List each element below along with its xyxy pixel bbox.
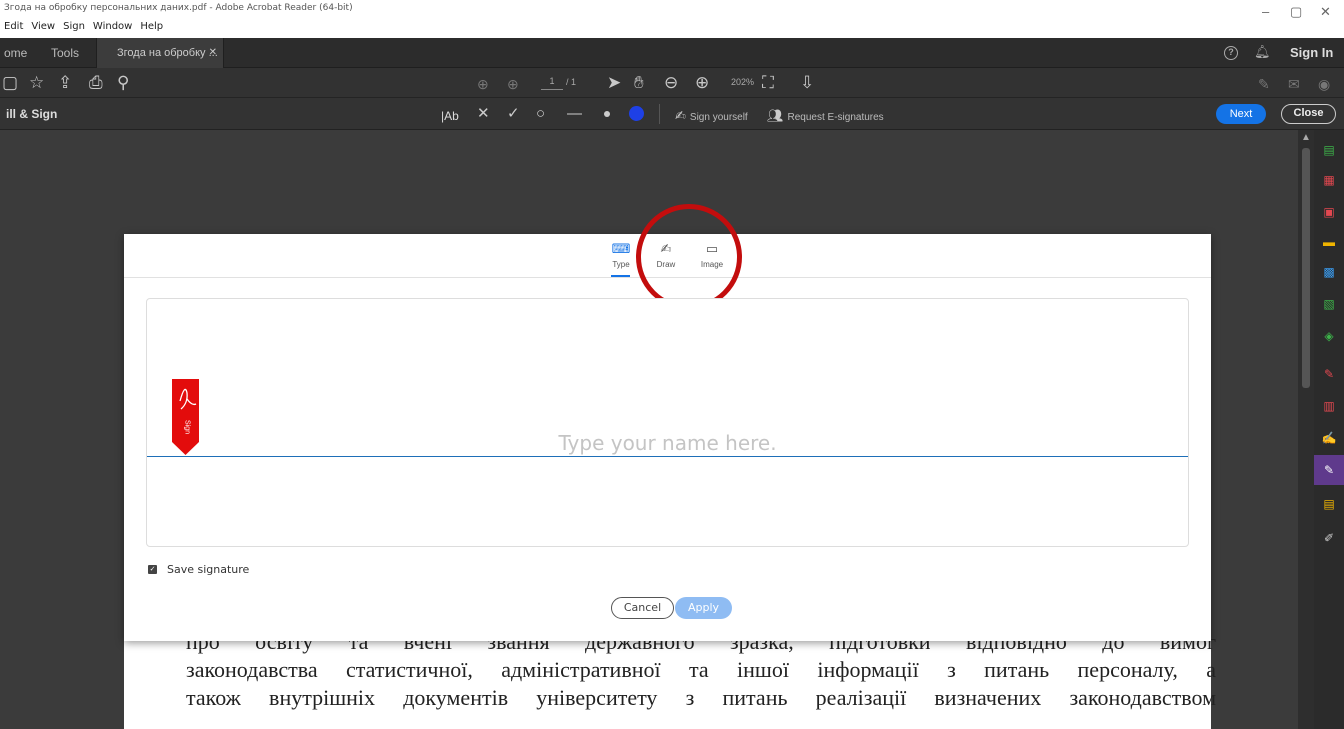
dot-icon[interactable] xyxy=(604,111,610,117)
tab-type-label: Type xyxy=(612,260,630,269)
check-mark-icon[interactable]: ✓ xyxy=(507,105,520,123)
bell-icon[interactable]: 🔔︎ xyxy=(1254,44,1271,60)
apply-button[interactable]: Apply xyxy=(675,597,732,619)
tab-document-label: Згода на обробку ... xyxy=(117,47,218,59)
page-count: / 1 xyxy=(566,77,577,87)
save-signature-label: Save signature xyxy=(167,563,250,576)
compress-icon[interactable]: ◈ xyxy=(1321,328,1337,344)
signature-input-area[interactable]: Sign Type your name here. xyxy=(146,298,1189,547)
print-icon[interactable]: ⎙ xyxy=(89,73,103,93)
page-number-input[interactable]: 1 xyxy=(541,76,563,90)
close-window-button[interactable]: ✕ xyxy=(1320,4,1331,20)
cross-mark-icon[interactable]: ✕ xyxy=(477,105,490,123)
zoom-out-icon[interactable]: ⊖ xyxy=(664,73,678,93)
fill-sign-active-icon[interactable]: ✎ xyxy=(1321,462,1337,478)
tab-home[interactable]: ome xyxy=(4,38,27,68)
signature-dialog: ⌨ Type ✍︎ Draw ▭ Image Sign Type your na… xyxy=(124,204,1211,641)
tab-close-icon[interactable]: ✕ xyxy=(209,38,217,68)
page-down-icon[interactable]: ⊕ xyxy=(507,74,519,94)
comment-icon[interactable]: ▬ xyxy=(1321,234,1337,250)
menu-view[interactable]: View xyxy=(31,21,55,32)
main-toolbar: ▢ ☆ ⇪ ⎙ ⚲ ⊕ ⊕ 1 / 1 ➤ ✋︎ ⊖ ⊕ 202% ⛶ ⇩ ✎ … xyxy=(0,68,1344,98)
color-picker[interactable] xyxy=(629,106,644,121)
add-text-tool[interactable]: |Ab xyxy=(441,107,459,125)
active-tab-indicator xyxy=(611,275,630,277)
help-icon[interactable]: ? xyxy=(1224,46,1238,60)
menu-window[interactable]: Window xyxy=(93,21,132,32)
sign-in-link[interactable]: Sign In xyxy=(1290,45,1333,60)
line-icon[interactable]: — xyxy=(567,105,582,123)
export-pdf-icon[interactable]: ▤ xyxy=(1321,142,1337,158)
close-button[interactable]: Close xyxy=(1281,104,1336,124)
fill-sign-side-icon[interactable]: ✎ xyxy=(1321,366,1337,382)
save-signature-checkbox[interactable]: ✓ xyxy=(148,565,157,574)
tab-type[interactable]: ⌨ Type xyxy=(601,241,641,270)
combine-files-icon[interactable]: ▩ xyxy=(1321,264,1337,280)
more-tools-icon[interactable]: ✐ xyxy=(1321,530,1337,546)
menu-bar: Edit View Sign Window Help xyxy=(4,21,163,32)
vertical-scrollbar[interactable]: ▲ xyxy=(1298,130,1314,729)
zoom-in-icon[interactable]: ⊕ xyxy=(695,73,709,93)
keyboard-icon: ⌨ xyxy=(611,241,631,256)
text-line: також внутрішніх документів університету… xyxy=(186,685,1216,710)
tab-tools[interactable]: Tools xyxy=(51,38,79,68)
maximize-button[interactable]: ▢ xyxy=(1290,4,1302,20)
next-button[interactable]: Next xyxy=(1216,104,1266,124)
zoom-dropdown[interactable]: 202% xyxy=(731,77,754,87)
cancel-button[interactable]: Cancel xyxy=(611,597,674,619)
scroll-mode-icon[interactable]: ⇩ xyxy=(800,73,814,93)
scroll-up-icon[interactable]: ▲ xyxy=(1301,132,1311,143)
fill-sign-toolbar: ill & Sign |Ab ✕ ✓ ○ — ✍︎ Sign yourself 👥… xyxy=(0,98,1344,130)
search-icon[interactable]: ⚲ xyxy=(117,73,129,93)
text-line: законодавства статистичної, адміністрати… xyxy=(186,657,1216,682)
menu-help[interactable]: Help xyxy=(140,21,163,32)
sign-yourself-button[interactable]: ✍︎ Sign yourself xyxy=(675,108,748,124)
create-icon[interactable]: ▢ xyxy=(2,73,18,93)
fit-page-icon[interactable]: ⛶ xyxy=(762,73,774,93)
pen-icon: ✍︎ xyxy=(675,108,686,123)
menu-sign[interactable]: Sign xyxy=(63,21,85,32)
save-signature-row[interactable]: ✓ Save signature xyxy=(148,563,249,576)
window-title: Згода на обробку персональних даних.pdf … xyxy=(4,3,353,13)
signature-baseline xyxy=(147,456,1188,457)
fill-sign-title: ill & Sign xyxy=(6,107,58,121)
create-pdf-icon[interactable]: ▣ xyxy=(1321,204,1337,220)
share-icon[interactable]: ◉ xyxy=(1318,74,1330,94)
name-placeholder: Type your name here. xyxy=(558,431,777,455)
minimize-button[interactable]: – xyxy=(1262,4,1269,19)
sign-icon[interactable]: ✎ xyxy=(1258,74,1270,94)
scan-icon[interactable]: ▤ xyxy=(1321,496,1337,512)
upload-cloud-icon[interactable]: ⇪ xyxy=(58,73,72,93)
hand-icon[interactable]: ✋︎ xyxy=(634,73,644,93)
scrollbar-thumb[interactable] xyxy=(1302,148,1310,388)
request-signatures-icon[interactable]: ✍ xyxy=(1321,430,1337,446)
page-up-icon[interactable]: ⊕ xyxy=(477,74,489,94)
mail-icon[interactable]: ✉ xyxy=(1288,74,1300,94)
people-icon: 👥︎ xyxy=(767,108,784,123)
edit-pdf-icon[interactable]: ▧ xyxy=(1321,296,1337,312)
request-esignatures-label: Request E-signatures xyxy=(787,112,884,123)
tab-bar: ome Tools Згода на обробку ... ✕ ? 🔔︎ Si… xyxy=(0,38,1344,68)
organize-pages-icon[interactable]: ▦ xyxy=(1321,172,1337,188)
protect-icon[interactable]: ▥ xyxy=(1321,398,1337,414)
tab-document[interactable]: Згода на обробку ... ✕ xyxy=(96,38,224,68)
right-tools-panel: ▤ ▦ ▣ ▬ ▩ ▧ ◈ ✎ ▥ ✍ ✎ ▤ ✐ xyxy=(1314,130,1344,729)
menu-edit[interactable]: Edit xyxy=(4,21,23,32)
request-esignatures-button[interactable]: 👥︎ Request E-signatures xyxy=(767,108,884,124)
sign-yourself-label: Sign yourself xyxy=(689,112,748,123)
annotation-circle xyxy=(636,204,742,310)
title-bar: Згода на обробку персональних даних.pdf … xyxy=(0,0,1344,38)
star-icon[interactable]: ☆ xyxy=(29,73,44,93)
select-cursor-icon[interactable]: ➤ xyxy=(607,73,621,93)
separator xyxy=(659,104,660,124)
circle-icon[interactable]: ○ xyxy=(536,105,545,123)
